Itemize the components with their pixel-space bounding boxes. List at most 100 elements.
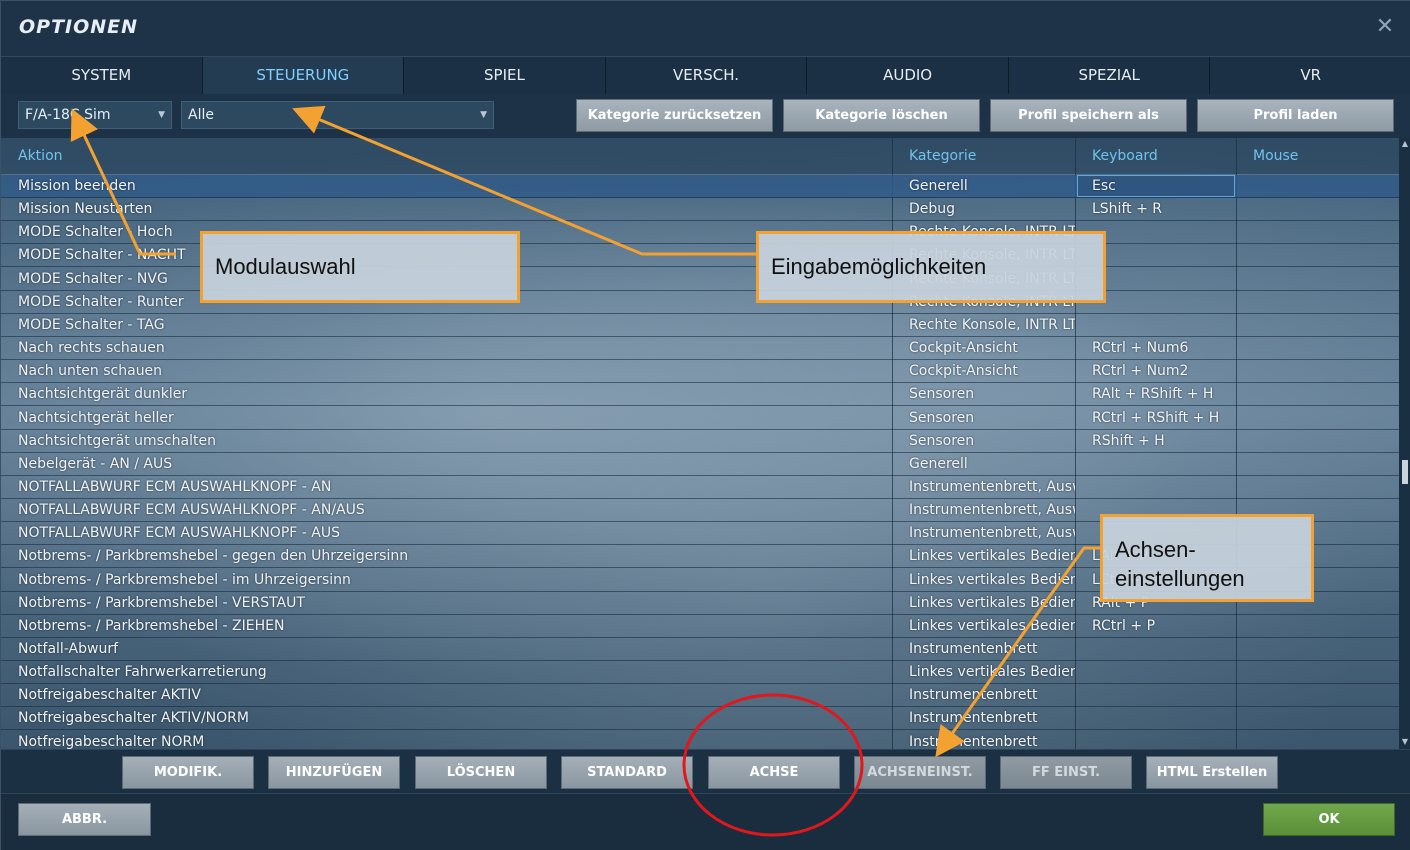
- keyboard-cell[interactable]: Esc: [1092, 175, 1232, 198]
- keyboard-cell[interactable]: RCtrl + Num2: [1092, 360, 1232, 383]
- reset-category-button[interactable]: Kategorie zurücksetzen: [576, 99, 773, 132]
- tab-spiel[interactable]: SPIEL: [404, 57, 606, 94]
- keyboard-cell[interactable]: [1092, 638, 1232, 661]
- tab-steuerung[interactable]: STEUERUNG: [202, 57, 405, 94]
- keyboard-cell[interactable]: [1092, 291, 1232, 314]
- table-row[interactable]: Notfreigabeschalter AKTIV/NORM Instrument…: [1, 707, 1399, 731]
- mouse-cell[interactable]: [1253, 198, 1393, 221]
- table-row[interactable]: NOTFALLABWURF ECM AUSWAHLKNOPF - AN Instr…: [1, 476, 1399, 499]
- table-row[interactable]: Notbrems- / Parkbremshebel - ZIEHEN Linke…: [1, 615, 1399, 638]
- keyboard-cell[interactable]: RAlt + RShift + H: [1092, 383, 1232, 406]
- action-cell: NOTFALLABWURF ECM AUSWAHLKNOPF - AN/AUS: [18, 502, 365, 519]
- header-keyboard[interactable]: Keyboard: [1075, 138, 1158, 175]
- mouse-cell[interactable]: [1253, 638, 1393, 661]
- table-row[interactable]: Nachtsichtgerät dunkler Sensoren RAlt + RS…: [1, 383, 1399, 407]
- clear-category-button[interactable]: Kategorie löschen: [783, 99, 980, 132]
- tab-versch[interactable]: VERSCH.: [605, 57, 808, 94]
- table-scrollbar[interactable]: ▲ ▼: [1399, 138, 1410, 749]
- mouse-cell[interactable]: [1253, 337, 1393, 360]
- axis-settings-button[interactable]: ACHSENEINST.: [854, 756, 986, 789]
- mouse-cell[interactable]: [1253, 731, 1393, 749]
- mouse-cell[interactable]: [1253, 430, 1393, 453]
- category-cell: Instrumentenbrett, Auswa: [909, 478, 1075, 495]
- mouse-cell[interactable]: [1253, 383, 1393, 406]
- scroll-up-icon[interactable]: ▲: [1401, 140, 1409, 148]
- mouse-cell[interactable]: [1253, 175, 1393, 198]
- mouse-cell[interactable]: [1253, 221, 1393, 244]
- table-row[interactable]: Nach rechts schauen Cockpit-Ansicht RCtrl …: [1, 337, 1399, 361]
- mouse-cell[interactable]: [1253, 360, 1393, 383]
- action-cell: Notfreigabeschalter NORM: [18, 733, 205, 749]
- keyboard-cell[interactable]: [1092, 684, 1232, 707]
- mouse-cell[interactable]: [1253, 476, 1393, 499]
- module-select[interactable]: F/A-18C Sim ▼: [18, 101, 172, 129]
- table-row[interactable]: MODE Schalter - TAG Rechte Konsole, INTR …: [1, 314, 1399, 337]
- tab-system[interactable]: SYSTEM: [1, 57, 203, 94]
- tab-audio[interactable]: AUDIO: [807, 57, 1009, 94]
- category-cell: Linkes vertikales Bedienfe: [909, 571, 1075, 588]
- table-row[interactable]: Mission Neustarten Debug LShift + R: [1, 198, 1399, 222]
- table-row[interactable]: Nachtsichtgerät umschalten Sensoren RShift…: [1, 430, 1399, 453]
- keyboard-cell[interactable]: LShift + R: [1092, 198, 1232, 221]
- keyboard-cell[interactable]: [1092, 476, 1232, 499]
- modifiers-button[interactable]: MODIFIK.: [122, 756, 254, 789]
- table-row[interactable]: Nach unten schauen Cockpit-Ansicht RCtrl +…: [1, 360, 1399, 384]
- table-row[interactable]: Notfall-Abwurf Instrumentenbrett: [1, 638, 1399, 661]
- mouse-cell[interactable]: [1253, 291, 1393, 314]
- load-profile-button[interactable]: Profil laden: [1197, 99, 1394, 132]
- action-cell: Notbrems- / Parkbremshebel - ZIEHEN: [18, 617, 285, 634]
- keyboard-cell[interactable]: [1092, 707, 1232, 730]
- keyboard-cell[interactable]: [1092, 314, 1232, 337]
- keyboard-cell[interactable]: RCtrl + P: [1092, 615, 1232, 638]
- chevron-down-icon: ▼: [158, 110, 165, 120]
- close-icon[interactable]: ✕: [1373, 15, 1397, 39]
- table-row[interactable]: Notfreigabeschalter NORM Instrumentenbret…: [1, 731, 1399, 749]
- scroll-thumb[interactable]: [1402, 460, 1408, 484]
- save-profile-button[interactable]: Profil speichern als: [990, 99, 1187, 132]
- delete-button[interactable]: LÖSCHEN: [415, 756, 547, 789]
- mouse-cell[interactable]: [1253, 314, 1393, 337]
- keyboard-cell[interactable]: [1092, 453, 1232, 476]
- keyboard-cell[interactable]: [1092, 268, 1232, 291]
- category-cell: Debug: [909, 201, 956, 218]
- header-action[interactable]: Aktion: [1, 138, 63, 175]
- mouse-cell[interactable]: [1253, 707, 1393, 730]
- table-row[interactable]: Notfallschalter Fahrwerkarretierung Linke…: [1, 661, 1399, 685]
- keyboard-cell[interactable]: [1092, 661, 1232, 684]
- tab-spezial[interactable]: SPEZIAL: [1008, 57, 1211, 94]
- mouse-cell[interactable]: [1253, 244, 1393, 267]
- category-cell: Generell: [909, 178, 968, 194]
- keyboard-cell[interactable]: [1092, 731, 1232, 749]
- mouse-cell[interactable]: [1253, 615, 1393, 638]
- ff-settings-button[interactable]: FF EINST.: [1000, 756, 1132, 789]
- keyboard-cell[interactable]: [1092, 244, 1232, 267]
- html-export-button[interactable]: HTML Erstellen: [1146, 756, 1278, 789]
- keyboard-cell[interactable]: RShift + H: [1092, 430, 1232, 453]
- add-button[interactable]: HINZUFÜGEN: [268, 756, 400, 789]
- category-cell: Sensoren: [909, 386, 975, 403]
- table-row[interactable]: Nachtsichtgerät heller Sensoren RCtrl + RS…: [1, 407, 1399, 430]
- axis-button[interactable]: ACHSE: [708, 756, 840, 789]
- mouse-cell[interactable]: [1253, 407, 1393, 430]
- mouse-cell[interactable]: [1253, 684, 1393, 707]
- header-category[interactable]: Kategorie: [892, 138, 976, 175]
- keyboard-cell[interactable]: RCtrl + RShift + H: [1092, 407, 1232, 430]
- table-row[interactable]: Notfreigabeschalter AKTIV Instrumentenbre…: [1, 684, 1399, 708]
- mouse-cell[interactable]: [1253, 268, 1393, 291]
- mouse-cell[interactable]: [1253, 453, 1393, 476]
- table-row[interactable]: Nebelgerät - AN / AUS Generell: [1, 453, 1399, 476]
- keyboard-cell[interactable]: [1092, 221, 1232, 244]
- bindings-table: Aktion Kategorie Keyboard Mouse Mission …: [1, 138, 1399, 749]
- keyboard-cell[interactable]: RCtrl + Num6: [1092, 337, 1232, 360]
- table-header: Aktion Kategorie Keyboard Mouse: [1, 138, 1399, 175]
- category-cell: Instrumentenbrett: [909, 710, 1038, 727]
- cancel-button[interactable]: ABBR.: [18, 803, 151, 836]
- scroll-down-icon[interactable]: ▼: [1401, 738, 1409, 746]
- default-button[interactable]: STANDARD: [561, 756, 693, 789]
- table-row[interactable]: Mission beenden Generell Esc: [1, 175, 1399, 198]
- header-mouse[interactable]: Mouse: [1236, 138, 1298, 175]
- ok-button[interactable]: OK: [1263, 803, 1395, 836]
- category-select[interactable]: Alle ▼: [181, 101, 494, 129]
- mouse-cell[interactable]: [1253, 661, 1393, 684]
- tab-vr[interactable]: VR: [1210, 57, 1410, 94]
